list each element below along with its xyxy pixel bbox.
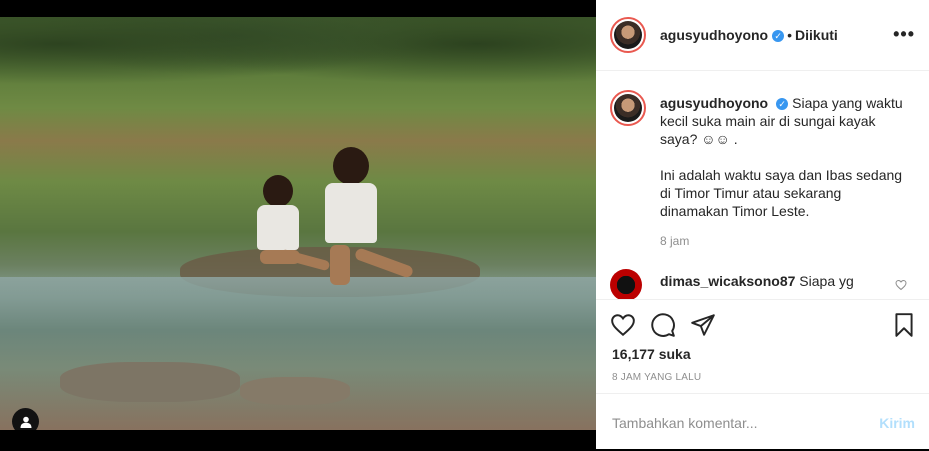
bookmark-icon[interactable] <box>891 312 917 338</box>
photo-rock <box>60 362 240 402</box>
user-tag-icon <box>20 416 31 428</box>
caption-timestamp[interactable]: 8 jam <box>660 234 689 248</box>
caption-username[interactable]: agusyudhoyono <box>660 95 768 111</box>
comment-like-icon[interactable] <box>895 279 907 291</box>
follow-status-button[interactable]: Diikuti <box>795 27 838 43</box>
comment-icon[interactable] <box>650 312 676 338</box>
photo-child-small <box>252 175 331 295</box>
share-icon[interactable] <box>690 312 716 338</box>
post-actions: 16,177 suka 8 JAM YANG LALU Tambahkan ko… <box>596 299 929 450</box>
commenter-username[interactable]: dimas_wicaksono87 <box>660 273 795 289</box>
author-username[interactable]: agusyudhoyono <box>660 27 768 43</box>
commenter-avatar[interactable] <box>610 269 642 299</box>
post-header: agusyudhoyono ✓ • Diikuti ••• <box>596 0 929 71</box>
post-comment-button[interactable]: Kirim <box>879 415 915 431</box>
user-tag-button[interactable] <box>12 408 39 430</box>
photo-child-large <box>318 147 415 287</box>
comment-composer: Tambahkan komentar... Kirim <box>596 393 929 451</box>
post-timestamp[interactable]: 8 JAM YANG LALU <box>612 372 701 383</box>
photo-trees <box>0 17 596 107</box>
separator-dot: • <box>787 27 793 43</box>
more-options-icon[interactable]: ••• <box>893 24 915 45</box>
author-line: agusyudhoyono ✓ • Diikuti <box>660 27 838 45</box>
photo-rock <box>240 377 350 405</box>
caption-avatar[interactable] <box>610 90 646 126</box>
photo-river <box>0 277 596 430</box>
comment-text: Siapa yg <box>799 273 854 289</box>
heart-icon[interactable] <box>610 312 636 338</box>
post-side-panel: agusyudhoyono ✓ • Diikuti ••• agusyudhoyono… <box>596 0 929 449</box>
verified-badge-icon: ✓ <box>776 98 789 111</box>
verified-badge-icon: ✓ <box>772 29 785 42</box>
post-photo[interactable] <box>0 17 596 430</box>
caption-text: agusyudhoyono ✓ Siapa yang waktu kecil suk… <box>660 94 905 220</box>
comments-section: agusyudhoyono ✓ Siapa yang waktu kecil suk… <box>596 71 929 299</box>
comment-item: dimas_wicaksono87 Siapa yg <box>660 272 890 290</box>
likes-count[interactable]: 16,177 suka <box>612 346 691 362</box>
author-avatar[interactable] <box>610 17 646 53</box>
comment-input[interactable]: Tambahkan komentar... <box>612 415 758 431</box>
caption-line-2: Ini adalah waktu saya dan Ibas sedang di… <box>660 167 903 219</box>
